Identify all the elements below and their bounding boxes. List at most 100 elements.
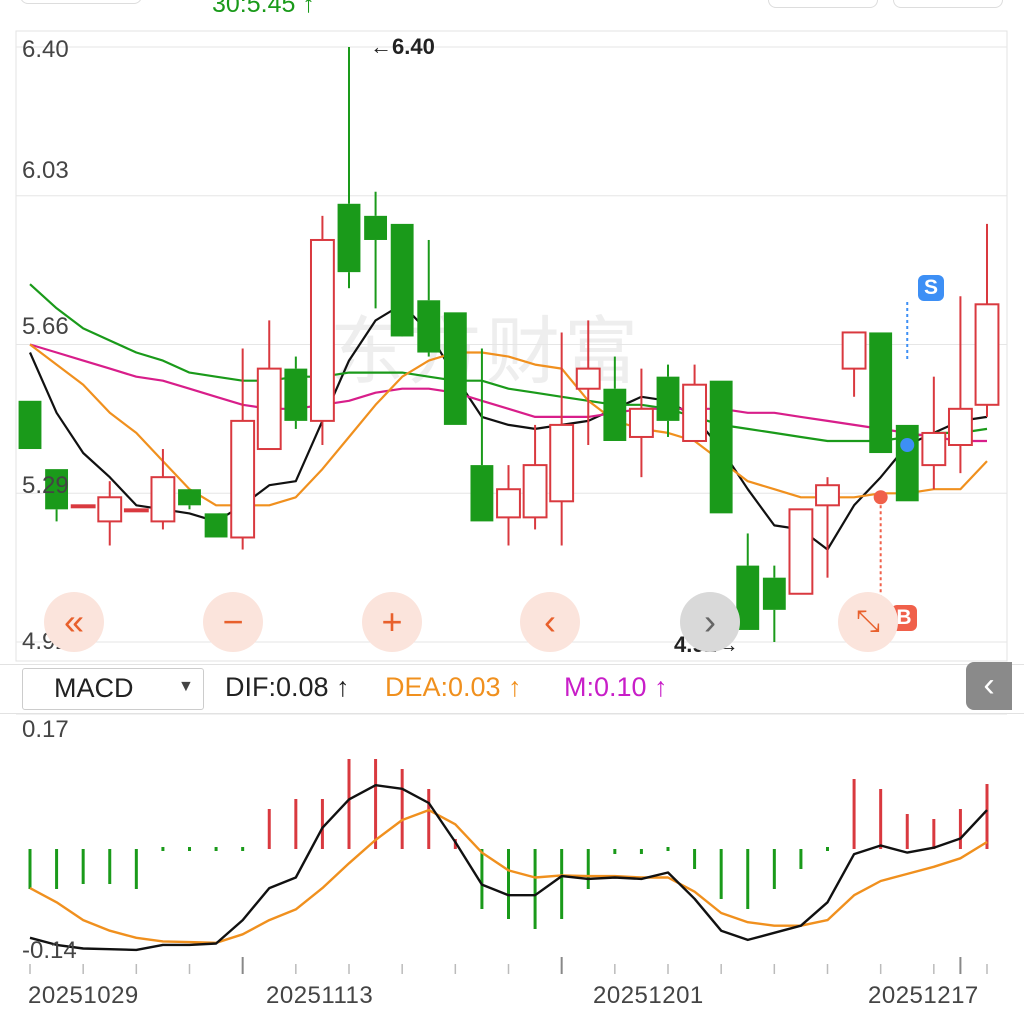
macd-y-tick-label: -0.14 (22, 937, 77, 964)
macd-chart[interactable] (0, 712, 1024, 974)
candle-body (682, 383, 708, 442)
candle (947, 296, 973, 474)
y-tick-label: 5.66 (22, 313, 69, 340)
y-tick-label: 5.29 (22, 472, 69, 499)
y-tick-label: 6.40 (22, 36, 69, 63)
candle (337, 47, 361, 289)
candle-body (70, 504, 96, 509)
candle-body (575, 367, 601, 390)
candle-body (230, 419, 256, 539)
candle-body (284, 368, 308, 421)
candle-body (204, 513, 228, 538)
macd-y-tick-label: 0.17 (22, 716, 69, 743)
zoom-out-button[interactable]: − (203, 592, 263, 652)
candle (443, 312, 467, 425)
candle-body (947, 407, 973, 447)
candle-body (417, 300, 441, 353)
candle-body (628, 407, 654, 438)
candle-body (815, 484, 840, 507)
candle-body (496, 488, 521, 519)
zoom-in-button[interactable]: + (362, 592, 422, 652)
x-tick-label: 20251113 (266, 982, 374, 1009)
chevron-down-icon: ▼ (178, 678, 194, 695)
candlestick-chart[interactable] (0, 30, 1024, 662)
candle-body (364, 215, 388, 240)
latest-price-label: 30:5.45 ↑ (212, 0, 315, 18)
buy-signal-dot (873, 490, 888, 505)
candle (921, 376, 947, 490)
candle (496, 465, 521, 546)
candle-body (549, 423, 575, 503)
dea-value-label: DEA:0.03 ↑ (385, 672, 522, 702)
x-tick-label: 20251201 (593, 982, 704, 1009)
candle (762, 565, 786, 642)
candle (18, 400, 42, 450)
indicator-select-value: MACD (54, 673, 134, 703)
candle-body (443, 312, 467, 425)
candle-body (709, 380, 733, 514)
candle (549, 332, 575, 546)
candle (309, 215, 335, 446)
candle-body (603, 388, 627, 441)
dif-value-label: DIF:0.08 ↑ (225, 672, 350, 702)
m-value-label: M:0.10 ↑ (564, 672, 668, 702)
candle-body (656, 376, 680, 421)
candle-body (18, 400, 42, 450)
candle-body (178, 489, 201, 506)
candle (364, 191, 388, 309)
top-toggle-left[interactable] (20, 0, 142, 4)
candle-body (869, 332, 893, 454)
top-toggle-period[interactable] (768, 0, 878, 8)
candle-body (788, 508, 814, 595)
candle (788, 508, 814, 595)
candle (575, 320, 601, 446)
candle-body (841, 331, 867, 370)
high-price-marker: ←6.40 (370, 34, 435, 59)
candle-body (762, 577, 786, 610)
candle-body (921, 431, 947, 467)
candle (204, 513, 228, 538)
top-toggle-settings[interactable] (893, 0, 1003, 8)
candle (417, 239, 441, 357)
date-tick-marks (29, 957, 988, 974)
candle (150, 449, 176, 530)
candle (284, 356, 308, 429)
sell-signal-badge[interactable]: S (918, 275, 944, 301)
candle-body (470, 465, 494, 522)
candle (522, 424, 548, 530)
collapse-panel-button[interactable]: ‹ (966, 662, 1012, 710)
candle (841, 331, 867, 397)
candle (709, 380, 733, 514)
candle (736, 533, 760, 630)
candle-body (309, 238, 335, 422)
candle (70, 504, 96, 509)
candle (895, 424, 919, 502)
candle (974, 223, 1000, 417)
candle (123, 508, 149, 513)
candle (815, 477, 840, 578)
candle-body (974, 303, 1000, 406)
candle (656, 364, 680, 437)
macd-histogram (28, 759, 989, 929)
x-tick-label: 20251217 (868, 982, 979, 1009)
candle-body (97, 496, 123, 523)
candle-body (337, 203, 361, 273)
x-tick-label: 20251029 (28, 982, 139, 1009)
candle (97, 481, 123, 546)
candle (682, 364, 708, 442)
candle-body (123, 508, 149, 513)
sell-signal-dot (900, 438, 915, 453)
candle-body (150, 476, 176, 523)
rewind-button[interactable]: « (44, 592, 104, 652)
candle (628, 368, 654, 478)
candle (178, 489, 201, 510)
candle-body (895, 424, 919, 502)
scroll-left-button[interactable]: ‹ (520, 592, 580, 652)
scroll-right-button[interactable]: › (680, 592, 740, 652)
candle-body (256, 367, 282, 451)
candle (256, 320, 282, 451)
candle (603, 356, 627, 441)
candle (470, 348, 494, 522)
candle-body (522, 464, 548, 519)
fullscreen-button[interactable]: ⤡ (838, 592, 898, 652)
